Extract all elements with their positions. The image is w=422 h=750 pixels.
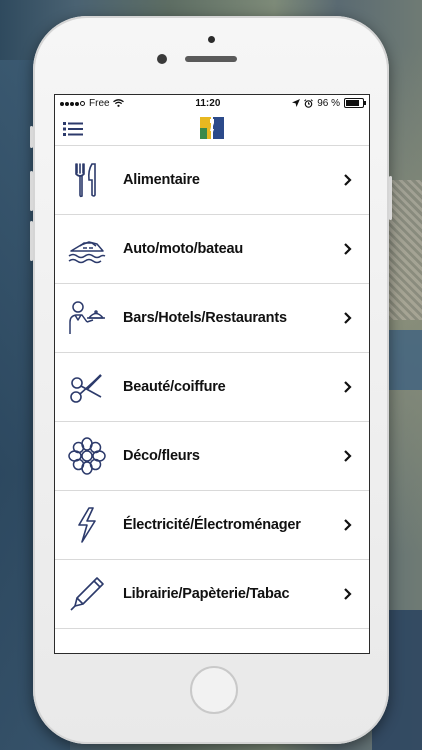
category-label: Bars/Hotels/Restaurants bbox=[123, 310, 287, 326]
app-logo-icon bbox=[198, 114, 226, 142]
category-label: Déco/fleurs bbox=[123, 448, 200, 464]
scissors-icon bbox=[67, 367, 107, 407]
app-screen: Free 11:20 96 % Alimentaire Auto/moto/ba… bbox=[54, 94, 370, 654]
list-item[interactable]: Bars/Hotels/Restaurants bbox=[55, 283, 369, 352]
category-list: Alimentaire Auto/moto/bateau Bars/Hotels… bbox=[55, 145, 369, 653]
battery-percent: 96 % bbox=[317, 97, 340, 109]
list-item[interactable]: Auto/moto/bateau bbox=[55, 214, 369, 283]
list-item[interactable]: Librairie/Papèterie/Tabac bbox=[55, 559, 369, 628]
carrier-name: Free bbox=[89, 97, 110, 109]
list-item[interactable] bbox=[55, 628, 369, 653]
lightning-icon bbox=[67, 505, 107, 545]
category-label: Alimentaire bbox=[123, 172, 200, 188]
phone-frame: Free 11:20 96 % Alimentaire Auto/moto/ba… bbox=[30, 16, 392, 744]
category-label: Auto/moto/bateau bbox=[123, 241, 244, 257]
hamburger-menu-icon[interactable] bbox=[63, 121, 83, 137]
partial-icon bbox=[67, 643, 107, 653]
battery-fill bbox=[345, 100, 360, 106]
power-button bbox=[389, 176, 392, 220]
category-label: Électricité/Électroménager bbox=[123, 517, 301, 533]
nav-bar bbox=[55, 111, 369, 145]
chevron-right-icon bbox=[343, 242, 353, 256]
list-item[interactable]: Électricité/Électroménager bbox=[55, 490, 369, 559]
status-bar: Free 11:20 96 % bbox=[55, 95, 369, 111]
home-button[interactable] bbox=[190, 666, 238, 714]
chevron-right-icon bbox=[343, 311, 353, 325]
fork-knife-icon bbox=[67, 160, 107, 200]
signal-strength-icon bbox=[60, 98, 86, 109]
waiter-icon bbox=[67, 298, 107, 338]
location-arrow-icon bbox=[292, 99, 301, 107]
mute-switch bbox=[30, 126, 33, 148]
list-item[interactable]: Alimentaire bbox=[55, 145, 369, 214]
list-item[interactable]: Beauté/coiffure bbox=[55, 352, 369, 421]
wifi-icon bbox=[112, 99, 124, 107]
flower-icon bbox=[67, 436, 107, 476]
list-item[interactable]: Déco/fleurs bbox=[55, 421, 369, 490]
chevron-right-icon bbox=[343, 173, 353, 187]
chevron-right-icon bbox=[343, 449, 353, 463]
chevron-right-icon bbox=[343, 518, 353, 532]
pen-icon bbox=[67, 574, 107, 614]
status-time: 11:20 bbox=[195, 97, 221, 109]
category-label: Librairie/Papèterie/Tabac bbox=[123, 586, 290, 602]
proximity-sensor bbox=[157, 54, 167, 64]
category-label: Beauté/coiffure bbox=[123, 379, 226, 395]
status-left: Free bbox=[60, 98, 124, 109]
earpiece-speaker bbox=[185, 56, 237, 62]
chevron-right-icon bbox=[343, 380, 353, 394]
volume-down-button bbox=[30, 221, 33, 261]
front-camera bbox=[208, 36, 215, 43]
status-right: 96 % bbox=[292, 97, 366, 109]
boat-icon bbox=[67, 229, 107, 269]
battery-icon bbox=[343, 98, 366, 108]
chevron-right-icon bbox=[343, 587, 353, 601]
alarm-icon bbox=[304, 98, 314, 108]
volume-up-button bbox=[30, 171, 33, 211]
